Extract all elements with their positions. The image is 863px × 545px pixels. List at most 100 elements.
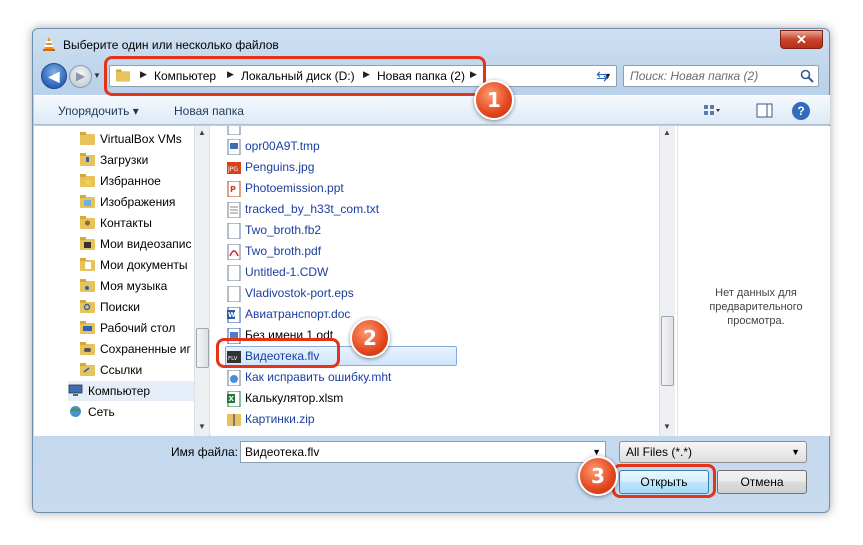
tree-item-label: Мои видеозапис [100, 237, 192, 251]
file-list-scrollbar[interactable]: ▲ ▼ [659, 126, 675, 436]
xlsm-file-icon: X [227, 391, 241, 407]
cdw-file-icon [227, 265, 241, 281]
tree-item-label: Изображения [100, 195, 176, 209]
filename-label: Имя файла: [171, 445, 238, 459]
tree-item-label: Мои документы [100, 258, 188, 272]
tree-item-label: Поиски [100, 300, 140, 314]
list-item[interactable]: opr00A9T.tmp [225, 136, 665, 157]
preview-pane: Нет данных для предварительного просмотр… [677, 126, 830, 436]
list-item[interactable]: tracked_by_h33t_com.txt [225, 199, 665, 220]
svg-text:P: P [230, 185, 236, 194]
navigation-tree: VirtualBox VMs Загрузки Избранное Изобра… [34, 126, 210, 436]
folder-icon [80, 132, 95, 145]
eps-file-icon [227, 286, 241, 302]
chevron-down-icon: ▼ [791, 447, 800, 457]
cancel-button[interactable]: Отмена [717, 470, 807, 494]
zip-file-icon [227, 414, 241, 426]
mht-file-icon [227, 370, 241, 386]
preview-pane-icon[interactable] [756, 102, 774, 120]
documents-folder-icon [80, 258, 95, 271]
file-name: Two_broth.pdf [245, 244, 322, 258]
content-area: VirtualBox VMs Загрузки Избранное Изобра… [34, 126, 830, 436]
list-item[interactable]: Как исправить ошибку.mht [225, 367, 665, 388]
annotation-frame-address [104, 56, 486, 96]
scroll-up-icon[interactable]: ▲ [198, 128, 206, 137]
back-button[interactable]: ◀ [41, 63, 67, 89]
generic-file-icon [227, 126, 241, 135]
annotation-frame-file [216, 338, 340, 368]
list-item[interactable]: X Калькулятор.xlsm [225, 388, 665, 409]
computer-icon [68, 384, 83, 396]
file-type-select[interactable]: All Files (*.*) ▼ [619, 441, 807, 463]
file-name: Как исправить ошибку.mht [245, 370, 392, 384]
tree-scrollbar[interactable]: ▲ ▼ [194, 126, 209, 436]
filename-field[interactable]: Видеотека.flv ▼ [240, 441, 606, 463]
refresh-icon[interactable]: ⇆ [593, 67, 611, 85]
doc-file-icon: W [227, 307, 241, 323]
music-folder-icon [80, 279, 95, 292]
organize-menu[interactable]: Упорядочить ▾ [58, 104, 139, 118]
txt-file-icon [227, 202, 241, 218]
tree-item-label: Загрузки [100, 153, 149, 167]
vlc-cone-icon [43, 37, 55, 51]
view-options-icon[interactable] [702, 102, 720, 120]
annotation-marker-2: 2 [350, 318, 390, 358]
file-name: opr00A9T.tmp [245, 139, 320, 153]
tree-item-computer[interactable]: Компьютер [68, 381, 194, 401]
tree-item-label: Сеть [88, 405, 115, 419]
contacts-folder-icon [80, 216, 95, 229]
jpg-file-icon: JPG [227, 162, 241, 174]
close-button[interactable]: ✕ [780, 30, 823, 49]
tree-item-label: Моя музыка [100, 279, 168, 293]
list-item[interactable]: Two_broth.fb2 [225, 220, 665, 241]
scroll-thumb[interactable] [661, 316, 674, 386]
scroll-down-icon[interactable]: ▼ [663, 422, 671, 431]
list-item[interactable]: Картинки.zip [225, 409, 665, 430]
links-folder-icon [80, 363, 95, 376]
search-placeholder: Поиск: Новая папка (2) [630, 69, 759, 83]
file-name: Vladivostok-port.eps [245, 286, 354, 300]
help-icon[interactable]: ? [792, 102, 810, 120]
file-name: tracked_by_h33t_com.txt [245, 202, 380, 216]
list-item[interactable]: Vladivostok-port.eps [225, 283, 665, 304]
network-icon [70, 406, 81, 417]
pictures-folder-icon [80, 195, 95, 208]
searches-folder-icon [80, 300, 95, 313]
search-icon[interactable] [800, 69, 814, 83]
svg-text:X: X [229, 395, 235, 403]
svg-text:JPG: JPG [227, 166, 238, 173]
file-type-value: All Files (*.*) [626, 445, 693, 459]
scroll-up-icon[interactable]: ▲ [663, 128, 671, 137]
forward-button[interactable]: ▶ [69, 65, 92, 88]
search-input[interactable]: Поиск: Новая папка (2) [623, 65, 819, 87]
fb2-file-icon [227, 223, 241, 239]
scroll-thumb[interactable] [196, 328, 209, 368]
annotation-marker-1: 1 [474, 80, 514, 120]
annotation-marker-3: 3 [578, 456, 618, 496]
filename-value: Видеотека.flv [245, 445, 320, 459]
open-file-dialog: Выберите один или несколько файлов ✕ ◀ ▶… [32, 28, 830, 513]
file-list: opr00A9T.tmp JPG Penguins.jpg P Photoemi… [211, 126, 677, 436]
new-folder-button[interactable]: Новая папка [174, 104, 244, 118]
pdf-file-icon [227, 244, 241, 260]
tree-item-label: Контакты [100, 216, 152, 230]
tree-item-label: Компьютер [88, 384, 151, 398]
list-item[interactable]: P Photoemission.ppt [225, 178, 665, 199]
list-item[interactable]: W Авиатранспорт.doc [225, 304, 665, 325]
list-item[interactable]: JPG Penguins.jpg [225, 157, 665, 178]
ppt-file-icon: P [227, 181, 241, 197]
file-name: Photoemission.ppt [245, 181, 344, 195]
games-folder-icon [80, 342, 95, 355]
annotation-frame-open [612, 464, 716, 498]
titlebar: Выберите один или несколько файлов ✕ [33, 29, 829, 59]
videos-folder-icon [80, 237, 95, 250]
window-title: Выберите один или несколько файлов [63, 38, 279, 52]
scroll-down-icon[interactable]: ▼ [198, 422, 206, 431]
list-item[interactable]: Untitled-1.CDW [225, 262, 665, 283]
history-dropdown-icon[interactable]: ▼ [93, 71, 101, 80]
list-item[interactable]: Two_broth.pdf [225, 241, 665, 262]
tree-item-label: Сохраненные иг [100, 342, 191, 356]
svg-text:W: W [228, 311, 236, 319]
file-name: Авиатранспорт.doc [245, 307, 351, 321]
tree-item-label: Ссылки [100, 363, 143, 377]
